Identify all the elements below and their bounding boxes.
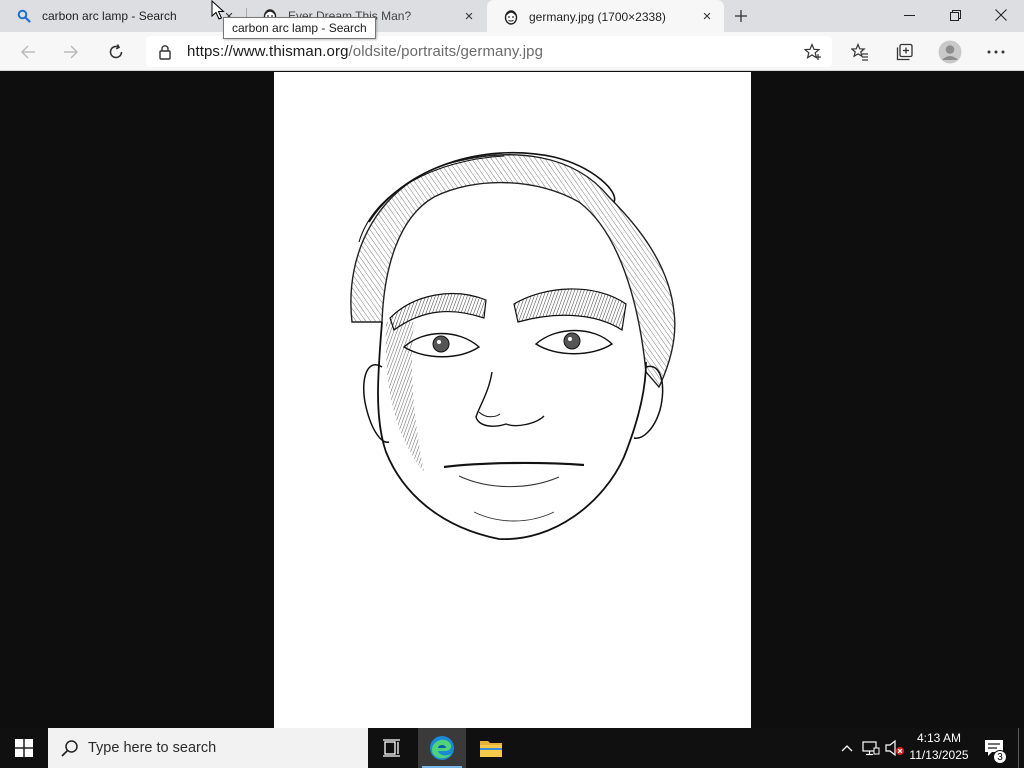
tab-tooltip: carbon arc lamp - Search	[223, 17, 376, 39]
minimize-icon	[903, 14, 915, 16]
tab-title: germany.jpg (1700×2338)	[529, 9, 666, 24]
search-placeholder: Type here to search	[88, 740, 217, 756]
portrait-image[interactable]	[274, 72, 751, 728]
show-desktop-button[interactable]	[1018, 728, 1024, 768]
lock-icon	[159, 44, 171, 60]
collections-button[interactable]	[889, 36, 921, 68]
windows-logo-icon	[15, 739, 33, 757]
restore-icon	[949, 9, 961, 21]
new-tab-button[interactable]	[728, 3, 754, 29]
url-host: https://www.thisman.org	[187, 43, 349, 60]
volume-muted-icon	[885, 740, 904, 756]
avatar-icon	[938, 40, 962, 64]
close-window-button[interactable]	[978, 0, 1024, 30]
favorites-button[interactable]	[844, 36, 876, 68]
taskbar-search-box[interactable]: Type here to search	[48, 728, 368, 768]
search-icon	[61, 740, 78, 757]
network-icon	[862, 741, 880, 756]
edge-icon	[430, 736, 454, 760]
refresh-icon	[109, 44, 123, 59]
arrow-right-icon	[64, 45, 78, 59]
file-explorer-button[interactable]	[467, 728, 515, 768]
add-favorite-star-icon[interactable]	[804, 43, 822, 61]
tab-close-icon[interactable]: ×	[458, 5, 480, 27]
notifications-button[interactable]: 3	[978, 728, 1010, 768]
collections-icon	[896, 43, 913, 61]
mouse-cursor-icon	[211, 0, 225, 20]
settings-menu-button[interactable]	[980, 36, 1012, 68]
reload-button[interactable]	[100, 36, 132, 68]
show-hidden-icons-button[interactable]	[838, 728, 856, 768]
windows-taskbar: Type here to search 4:13 AM 11/13/2025 3	[0, 728, 1024, 768]
image-viewer	[0, 72, 1024, 728]
plus-icon	[735, 10, 747, 22]
tab-title: carbon arc lamp - Search	[42, 9, 177, 23]
network-button[interactable]	[860, 728, 882, 768]
favorites-icon	[851, 43, 868, 61]
folder-icon	[480, 741, 502, 757]
forward-button[interactable]	[55, 36, 87, 68]
clock-time: 4:13 AM	[916, 731, 962, 745]
face-sketch-drawing	[350, 151, 676, 540]
close-icon	[995, 9, 1007, 21]
edge-taskbar-button[interactable]	[418, 728, 466, 768]
minimize-button[interactable]	[886, 0, 932, 30]
url-text: https://www.thisman.org/oldsite/portrait…	[187, 43, 543, 60]
arrow-left-icon	[21, 45, 35, 59]
tab-germany-jpg[interactable]: germany.jpg (1700×2338) ×	[487, 0, 724, 33]
task-view-button[interactable]	[368, 728, 416, 768]
volume-button[interactable]	[884, 728, 906, 768]
browser-titlebar: carbon arc lamp - Search × Ever Dream Th…	[0, 0, 1024, 33]
back-button[interactable]	[12, 36, 44, 68]
tab-carbon-arc-search[interactable]: carbon arc lamp - Search ×	[0, 0, 246, 32]
task-view-icon	[383, 739, 400, 757]
clock-date: 11/13/2025	[909, 748, 969, 762]
browser-toolbar: https://www.thisman.org/oldsite/portrait…	[0, 32, 1024, 71]
chevron-up-icon	[841, 745, 853, 752]
start-button[interactable]	[0, 728, 48, 768]
url-path: /oldsite/portraits/germany.jpg	[348, 43, 544, 60]
address-bar[interactable]: https://www.thisman.org/oldsite/portrait…	[146, 36, 832, 67]
more-icon	[987, 50, 1005, 54]
thisman-icon	[503, 9, 519, 25]
search-icon	[16, 8, 32, 24]
profile-button[interactable]	[934, 36, 966, 68]
notification-count-badge: 3	[993, 750, 1007, 764]
restore-button[interactable]	[932, 0, 978, 30]
tab-close-icon[interactable]: ×	[696, 6, 718, 28]
system-clock[interactable]: 4:13 AM 11/13/2025	[904, 730, 974, 766]
